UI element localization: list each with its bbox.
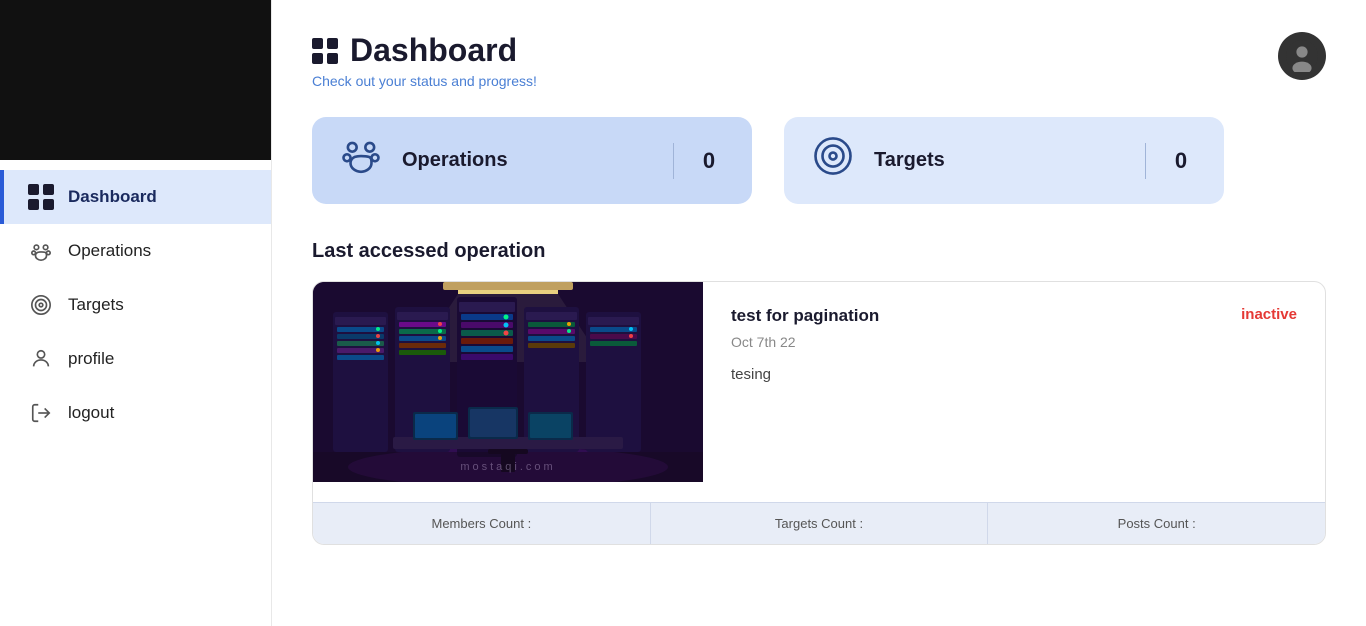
sidebar-item-profile[interactable]: profile: [0, 332, 271, 386]
sidebar-logo: [0, 0, 271, 160]
operation-info: test for pagination inactive Oct 7th 22 …: [703, 282, 1325, 502]
op-title-row: test for pagination inactive: [731, 306, 1297, 326]
grid-icon: [28, 184, 54, 210]
sidebar-item-targets[interactable]: Targets: [0, 278, 271, 332]
operation-card-footer: Members Count : Targets Count : Posts Co…: [313, 502, 1325, 544]
operations-icon: [340, 135, 382, 186]
stat-card-operations[interactable]: Operations 0: [312, 117, 752, 204]
op-desc: tesing: [731, 366, 1297, 383]
op-date: Oct 7th 22: [731, 334, 1297, 350]
main-header: Dashboard Check out your status and prog…: [312, 32, 1326, 89]
stat-divider: [673, 143, 674, 179]
op-title: test for pagination: [731, 306, 879, 326]
stats-row: Operations 0 Targets 0: [312, 117, 1326, 204]
sidebar-item-label: logout: [68, 403, 114, 423]
sidebar: Dashboard Operations: [0, 0, 272, 626]
targets-icon: [812, 135, 854, 186]
stat-card-targets[interactable]: Targets 0: [784, 117, 1224, 204]
page-subtitle: Check out your status and progress!: [312, 73, 537, 89]
avatar[interactable]: [1278, 32, 1326, 80]
sidebar-item-label: Targets: [68, 295, 124, 315]
logout-icon: [28, 400, 54, 426]
stat-divider-2: [1145, 143, 1146, 179]
sidebar-item-operations[interactable]: Operations: [0, 224, 271, 278]
operation-image: mostaqi.com: [313, 282, 703, 482]
footer-targets: Targets Count :: [651, 503, 989, 544]
operation-card-body: mostaqi.com test for pagination inactive…: [313, 282, 1325, 502]
stat-label-targets: Targets: [874, 149, 1125, 172]
person-icon: [28, 346, 54, 372]
op-status: inactive: [1241, 306, 1297, 323]
sidebar-item-label: Operations: [68, 241, 151, 261]
dashboard-grid-icon: [312, 38, 338, 64]
footer-members: Members Count :: [313, 503, 651, 544]
target-icon: [28, 292, 54, 318]
page-title-block: Dashboard Check out your status and prog…: [312, 32, 537, 89]
main-content: Dashboard Check out your status and prog…: [272, 0, 1366, 626]
svg-text:mostaqi.com: mostaqi.com: [460, 461, 555, 473]
sidebar-item-label: Dashboard: [68, 187, 157, 207]
stat-count-operations: 0: [694, 148, 724, 174]
stat-label-operations: Operations: [402, 149, 653, 172]
sidebar-item-dashboard[interactable]: Dashboard: [0, 170, 271, 224]
sidebar-item-label: profile: [68, 349, 114, 369]
section-title-last-op: Last accessed operation: [312, 240, 1326, 263]
footer-posts: Posts Count :: [988, 503, 1325, 544]
page-title: Dashboard: [312, 32, 537, 69]
sidebar-nav: Dashboard Operations: [0, 160, 271, 626]
operation-card: mostaqi.com test for pagination inactive…: [312, 281, 1326, 545]
stat-count-targets: 0: [1166, 148, 1196, 174]
sidebar-item-logout[interactable]: logout: [0, 386, 271, 440]
paw-icon: [28, 238, 54, 264]
